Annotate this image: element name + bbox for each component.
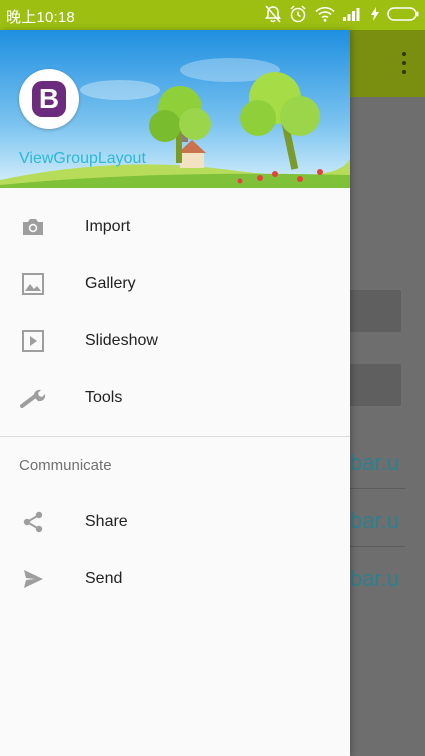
avatar[interactable]: B — [19, 69, 79, 129]
share-icon — [20, 509, 46, 535]
image-icon — [20, 271, 46, 297]
alarm-off-icon — [265, 5, 281, 23]
wrench-icon — [20, 385, 46, 411]
menu-item-label: Share — [85, 512, 128, 530]
navigation-drawer: B ViewGroupLayout Import Gallery Slidesh… — [0, 30, 350, 756]
menu-item-share[interactable]: Share — [0, 493, 350, 550]
alarm-clock-icon — [290, 5, 306, 23]
send-icon — [20, 566, 46, 592]
background-link: bar.u — [350, 508, 399, 533]
menu-item-label: Send — [85, 569, 123, 587]
charging-icon — [371, 7, 379, 21]
menu-item-gallery[interactable]: Gallery — [0, 255, 350, 312]
drawer-header: B ViewGroupLayout — [0, 30, 350, 188]
background-link: bar.u — [350, 450, 399, 475]
menu-item-send[interactable]: Send — [0, 550, 350, 607]
menu-item-tools[interactable]: Tools — [0, 369, 350, 426]
status-icons — [265, 5, 419, 23]
wifi-icon — [315, 6, 335, 22]
header-title: ViewGroupLayout — [19, 150, 146, 167]
drawer-menu: Import Gallery Slideshow Tools Communica… — [0, 188, 350, 607]
background-link: bar.u — [350, 566, 399, 591]
signal-icon — [343, 8, 360, 21]
slideshow-icon — [20, 328, 46, 354]
status-time: 晚上10:18 — [6, 9, 75, 26]
menu-item-label: Gallery — [85, 274, 136, 292]
section-title: Communicate — [19, 456, 112, 474]
camera-icon — [20, 214, 46, 240]
app-logo: B — [32, 81, 66, 117]
battery-icon — [387, 7, 419, 21]
background-divider — [350, 488, 405, 489]
overflow-menu-icon[interactable] — [401, 52, 407, 74]
menu-item-label: Tools — [85, 388, 123, 406]
menu-item-import[interactable]: Import — [0, 198, 350, 255]
status-bar: 晚上10:18 — [0, 0, 425, 30]
background-divider — [350, 546, 405, 547]
menu-item-label: Slideshow — [85, 331, 158, 349]
menu-item-slideshow[interactable]: Slideshow — [0, 312, 350, 369]
menu-item-label: Import — [85, 217, 131, 235]
